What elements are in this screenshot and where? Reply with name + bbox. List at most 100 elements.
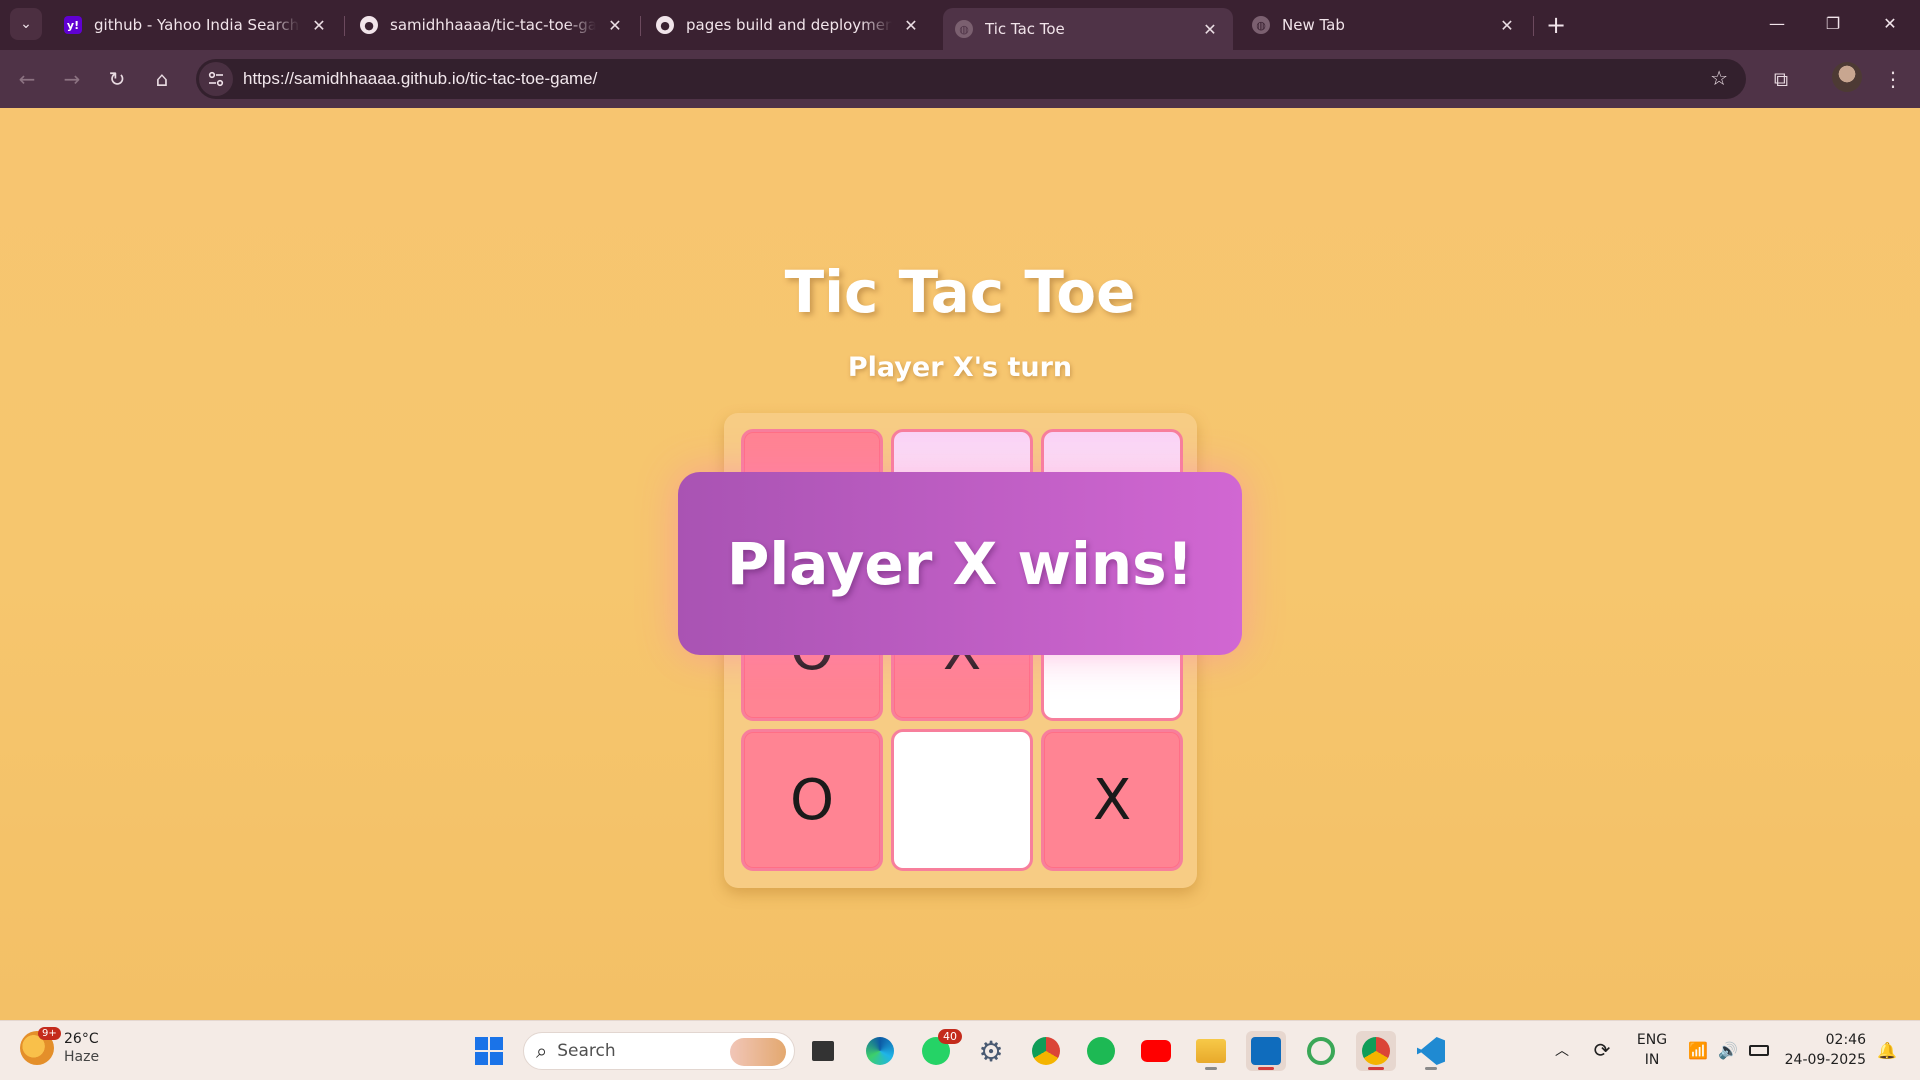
speaker-icon: 🔊 — [1718, 1040, 1738, 1060]
close-icon[interactable]: ✕ — [308, 14, 330, 36]
reload-icon: ↻ — [108, 67, 126, 91]
tray-battery[interactable] — [1744, 1030, 1774, 1070]
gear-icon: ⚙ — [978, 1034, 1004, 1068]
close-icon[interactable]: ✕ — [1199, 18, 1221, 40]
start-button[interactable] — [469, 1031, 509, 1071]
extensions-button[interactable]: ⧉ — [1766, 64, 1796, 94]
sync-icon: ⟳ — [1593, 1038, 1611, 1062]
board-cell-7[interactable]: O — [741, 729, 883, 871]
weather-text: 26°C Haze — [64, 1030, 99, 1066]
taskbar-task-view[interactable] — [803, 1031, 843, 1071]
tab-title: Tic Tac Toe — [985, 20, 1065, 38]
minimize-icon: — — [1769, 13, 1785, 33]
win-message: Player X wins! — [726, 529, 1194, 598]
board-cell-9[interactable]: X — [1041, 729, 1183, 871]
weather-icon: 9+ — [20, 1027, 61, 1065]
back-button[interactable]: ← — [12, 64, 42, 94]
taskbar-whatsapp[interactable]: 40 — [916, 1029, 962, 1071]
profile-avatar[interactable] — [1832, 62, 1862, 92]
wifi-icon: 📶 — [1688, 1040, 1708, 1060]
vscode-icon — [1417, 1037, 1445, 1065]
clock-date: 24-09-2025 — [1784, 1052, 1866, 1068]
bookmark-star-icon[interactable]: ☆ — [1710, 66, 1728, 90]
spotify-icon — [1087, 1037, 1115, 1065]
taskbar-vscode[interactable] — [1411, 1031, 1451, 1071]
tab-new-tab[interactable]: ◍ New Tab ✕ — [1240, 8, 1530, 42]
tab-pages-build[interactable]: ● pages build and deployment · samidhhaa… — [644, 8, 934, 42]
reload-button[interactable]: ↻ — [102, 64, 132, 94]
tab-search-button[interactable]: ⌄ — [10, 8, 42, 40]
minimize-button[interactable]: — — [1757, 8, 1797, 38]
tab-yahoo-search[interactable]: y! github - Yahoo India Search Results ✕ — [52, 8, 342, 42]
restore-button[interactable]: ❐ — [1813, 8, 1853, 38]
tab-title: samidhhaaaa/tic-tac-toe-game — [390, 16, 596, 34]
chrome-icon — [1362, 1037, 1390, 1065]
board-cell-8[interactable] — [891, 729, 1033, 871]
puzzle-icon: ⧉ — [1773, 67, 1789, 91]
battery-icon — [1749, 1044, 1769, 1056]
tray-volume[interactable]: 🔊 — [1714, 1030, 1742, 1070]
site-info-button[interactable] — [199, 62, 233, 96]
taskbar-chrome-active[interactable] — [1356, 1031, 1396, 1071]
notification-badge: 9+ — [38, 1027, 61, 1040]
search-highlight-image — [730, 1038, 786, 1066]
taskbar-spotify[interactable] — [1081, 1031, 1121, 1071]
close-icon[interactable]: ✕ — [1496, 14, 1518, 36]
browser-tabstrip: ⌄ y! github - Yahoo India Search Results… — [0, 0, 1920, 50]
taskbar-youtube[interactable] — [1136, 1031, 1176, 1071]
taskbar-app-green[interactable] — [1301, 1031, 1341, 1071]
tab-tic-tac-toe[interactable]: ◍ Tic Tac Toe ✕ — [943, 8, 1233, 50]
running-indicator — [1368, 1067, 1384, 1070]
github-icon: ● — [656, 16, 674, 34]
taskbar-edge[interactable] — [860, 1031, 900, 1071]
forward-button[interactable]: → — [57, 64, 87, 94]
language-indicator[interactable]: ENG IN — [1630, 1030, 1674, 1070]
tab-github-repo[interactable]: ● samidhhaaaa/tic-tac-toe-game ✕ — [348, 8, 638, 42]
taskbar-search[interactable]: ⌕ Search — [523, 1032, 795, 1070]
language-code: ENG — [1636, 1032, 1668, 1048]
plus-icon: + — [1545, 11, 1567, 39]
notification-center-button[interactable]: 🔔 — [1872, 1030, 1902, 1070]
weather-widget[interactable]: 9+ 26°C Haze — [20, 1027, 99, 1066]
page-viewport: Tic Tac Toe Player X's turn O X O X Play… — [0, 108, 1920, 1080]
more-vertical-icon: ⋮ — [1883, 67, 1903, 91]
bell-icon: 🔔 — [1877, 1040, 1897, 1060]
arrow-left-icon: ← — [18, 67, 36, 91]
win-message-popup: Player X wins! — [678, 472, 1242, 655]
youtube-icon — [1141, 1040, 1171, 1062]
close-window-button[interactable]: ✕ — [1870, 8, 1910, 38]
taskbar-chrome[interactable] — [1026, 1031, 1066, 1071]
tab-title: github - Yahoo India Search Results — [94, 16, 300, 34]
running-indicator — [1205, 1067, 1217, 1070]
tray-sync-button[interactable]: ⟳ — [1586, 1030, 1618, 1070]
close-icon: ✕ — [1883, 13, 1897, 33]
tray-wifi[interactable]: 📶 — [1684, 1030, 1712, 1070]
browser-menu-button[interactable]: ⋮ — [1878, 64, 1908, 94]
tray-overflow-button[interactable]: ︿ — [1548, 1030, 1576, 1070]
turn-status: Player X's turn — [847, 352, 1073, 383]
tab-divider — [640, 16, 641, 36]
game-title: Tic Tac Toe — [784, 258, 1136, 326]
chrome-icon — [1032, 1037, 1060, 1065]
home-button[interactable]: ⌂ — [147, 64, 177, 94]
search-label: Search — [557, 1041, 616, 1061]
tab-title: pages build and deployment · samidhhaaaa… — [686, 16, 892, 34]
close-icon[interactable]: ✕ — [900, 14, 922, 36]
taskbar-file-explorer[interactable] — [1191, 1031, 1231, 1071]
weather-temp: 26°C — [64, 1031, 99, 1047]
yahoo-icon: y! — [64, 16, 82, 34]
url-text: https://samidhhaaaa.github.io/tic-tac-to… — [243, 69, 598, 88]
close-icon[interactable]: ✕ — [604, 14, 626, 36]
outlook-icon — [1251, 1037, 1281, 1065]
chevron-down-icon: ⌄ — [20, 16, 32, 32]
github-icon: ● — [360, 16, 378, 34]
taskbar-outlook[interactable] — [1246, 1031, 1286, 1071]
task-view-icon — [812, 1041, 834, 1061]
windows-icon — [475, 1037, 503, 1065]
new-tab-button[interactable]: + — [1541, 10, 1571, 40]
address-bar[interactable]: https://samidhhaaaa.github.io/tic-tac-to… — [196, 59, 1746, 99]
clock[interactable]: 02:46 24-09-2025 — [1780, 1030, 1866, 1070]
tab-title: New Tab — [1282, 16, 1345, 34]
home-icon: ⌂ — [155, 67, 169, 91]
taskbar-settings[interactable]: ⚙ — [971, 1031, 1011, 1071]
